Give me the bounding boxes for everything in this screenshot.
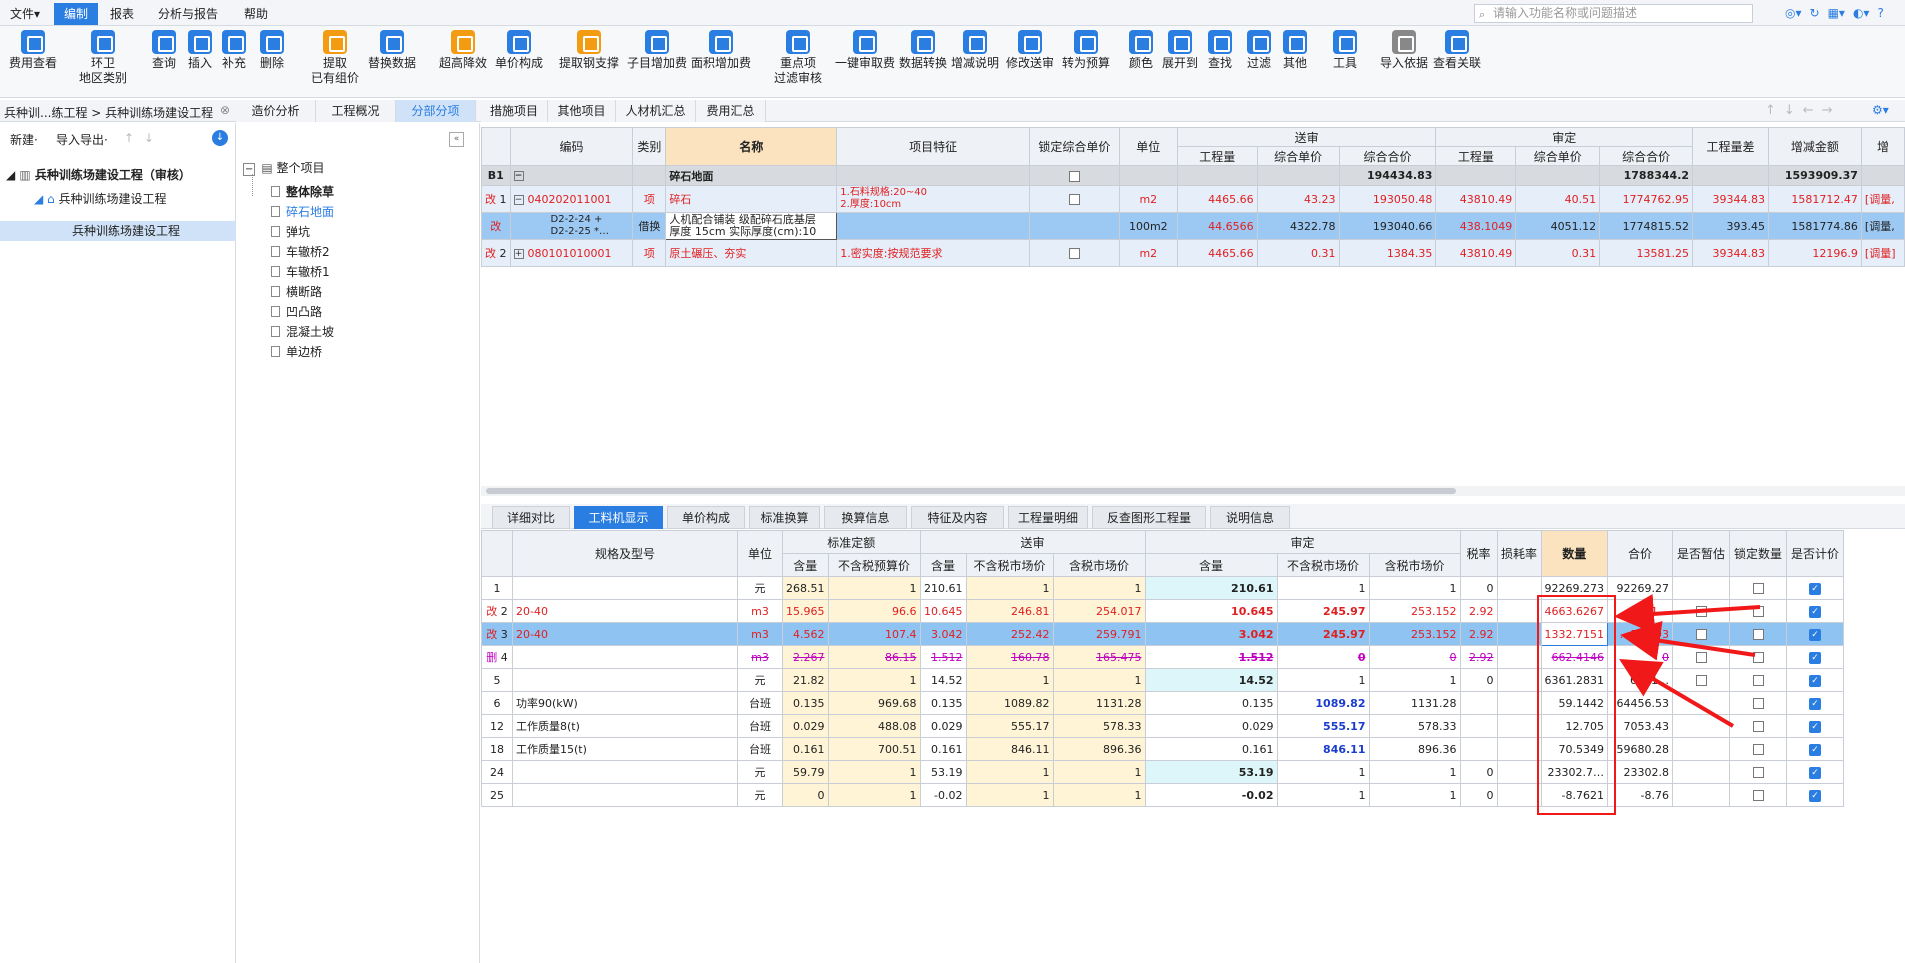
annotation-arrows	[1614, 593, 1761, 728]
